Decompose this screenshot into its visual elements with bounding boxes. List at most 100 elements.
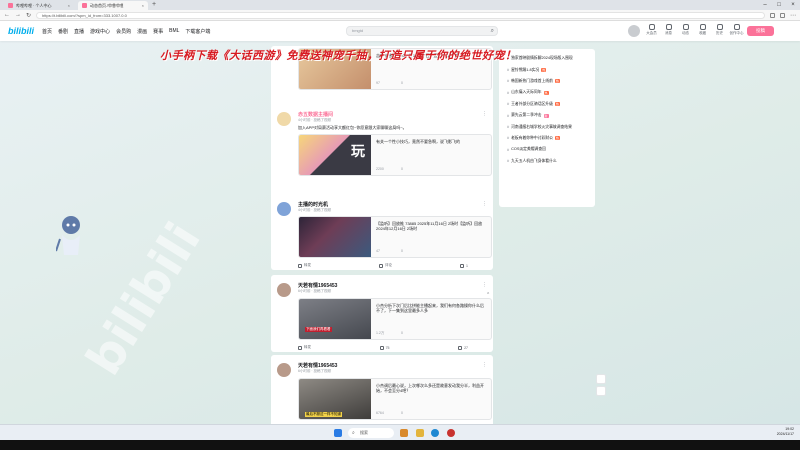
post-meta: 4小时前 · 投稿了视频 [298,208,332,212]
nav-home[interactable]: 首页 [42,28,52,35]
trending-item[interactable]: # 山东痛入天际同年热 [507,87,587,98]
forward-button[interactable]: 转发 [298,345,311,350]
video-thumbnail[interactable]: 玩 [299,135,371,175]
vip-link[interactable]: 大会员 [645,24,658,36]
post-meta: 6小时前 · 投稿了视频 [298,289,332,293]
trending-item[interactable]: # 赛先云第二季冲击新 [507,110,587,121]
trending-item[interactable]: # 王者外部分区骑话区升级热 [507,99,587,110]
trending-item[interactable]: # 九天五人机由飞身体看什么 [507,156,587,167]
bilibili-logo[interactable]: bilibili [8,26,34,36]
browser-tab[interactable]: 哔哩哔哩 · 个人中心 × [4,1,74,10]
back-icon[interactable]: ← [4,12,10,18]
profile-icon[interactable] [780,12,785,18]
hash-icon: # [507,125,510,130]
search-input[interactable]: bmgtd ⌕ [346,26,498,36]
reload-icon[interactable]: ↻ [26,12,31,19]
hash-icon: # [507,79,510,84]
nav-game-center[interactable]: 游戏中心 [90,28,110,35]
username[interactable]: 主播的时光机 [298,201,328,208]
mascot-illustration [56,216,80,255]
post-button[interactable]: 投稿 [747,26,774,36]
window-controls: – □ × [758,0,800,10]
video-card[interactable]: 最后不服这一样不知道 小杰调后最心说，上次哪次么多还是故意发动我分半，利益开始，… [298,378,492,420]
comment-icon [379,345,384,350]
close-tab-icon[interactable]: × [68,3,70,8]
video-card[interactable]: 玩 有关一个性小技巧，竟然不要急啊，说飞影飞的 2200 0 [298,134,492,176]
trending-item[interactable]: # COS淡定美帽调查回 [507,144,587,155]
trending-item[interactable]: # 河南通报右城学校火灾事故调查结果 [507,121,587,132]
search-icon[interactable]: ⌕ [491,27,494,35]
video-title[interactable]: 小杰分析下次门后比拼能主播起来，我们有何各路操你什么后不了，下一集到这里最多人多 [376,303,486,313]
avatar[interactable] [277,202,291,216]
nav-bml[interactable]: BML [169,28,179,34]
video-title[interactable]: 小杰调后最心说，上次哪次么多还是故意发动我分半，利益开始，不会至分4吧？ [376,383,486,393]
extension-icon[interactable] [770,12,775,18]
creator-center-link[interactable]: 创作中心 [730,24,744,36]
system-tray-clock[interactable]: 19:02 2024/11/17 [777,427,794,437]
forward-button[interactable]: 转发 [298,263,311,268]
nav-download-client[interactable]: 下载客户端 [185,28,210,35]
avatar[interactable] [277,112,291,126]
minimize-icon[interactable]: – [758,0,772,10]
new-tab-button[interactable]: + [152,1,156,10]
feed-card: 天若有情1965453 6小时前 · 投稿了视频 ⋮ 最后不服这一样不知道 小杰… [271,355,493,424]
history-link[interactable]: 历史 [713,24,726,36]
more-options-icon[interactable]: ⋮ [482,282,487,288]
file-explorer-icon[interactable] [416,429,424,437]
dynamics-link[interactable]: 动态 [679,24,692,36]
address-bar-row: ← → ↻ https://t.bilibili.com/?spm_id_fro… [0,10,800,21]
favorites-link[interactable]: 收藏 [696,24,709,36]
start-icon[interactable] [334,429,342,437]
dynamics-icon [682,24,689,30]
thumbnail-caption: 玩 [351,143,365,159]
avatar[interactable] [277,283,291,297]
video-thumbnail[interactable]: 下面我们再看看 [299,299,371,339]
maximize-icon[interactable]: □ [772,0,786,10]
username[interactable]: 赤五数据主播间 [298,111,333,118]
more-options-icon[interactable]: ⋮ [482,111,487,117]
messages-link[interactable]: 消息 [662,24,675,36]
url-field[interactable]: https://t.bilibili.com/?spm_id_from=333.… [36,11,765,19]
share-icon [298,345,302,350]
nav-anime[interactable]: 番剧 [58,28,68,35]
edge-browser-icon[interactable] [431,429,439,437]
collapse-chevron-icon[interactable]: ⌃ [486,292,490,298]
more-options-icon[interactable]: ⋮ [482,362,487,368]
close-tab-icon[interactable]: × [142,3,144,8]
trending-item[interactable]: # 独家首映剧情拆解2024现场版入围现 [507,53,587,64]
nav-manga[interactable]: 漫画 [137,28,147,35]
os-taskbar: ⌕ 搜索 19:02 2024/11/17 [0,424,800,440]
user-avatar[interactable] [628,25,640,37]
trending-item[interactable]: # 星铃熊踢1.8实况热 [507,64,587,75]
nav-mall[interactable]: 会员购 [116,28,131,35]
back-to-top-icon[interactable] [596,386,606,396]
nav-esports[interactable]: 赛事 [153,28,163,35]
like-button[interactable]: 27 [458,345,468,350]
taskbar-search[interactable]: ⌕ 搜索 [348,428,394,438]
more-options-icon[interactable]: ⋮ [482,201,487,207]
app-icon[interactable] [447,429,455,437]
trending-item[interactable]: # 老板有着你种中讨彩财公热 [507,133,587,144]
video-card[interactable]: 【监听】回放推 73885 2025年11月16日 2场时【监听】回放 2024… [298,216,492,258]
qr-code-icon[interactable] [596,374,606,384]
video-title[interactable]: 有关一个性小技巧，竟然不要急啊，说飞影飞的 [376,139,486,144]
username[interactable]: 天若有情1965453 [298,362,337,369]
danmaku-count: 0 [401,331,403,335]
browser-tab-active[interactable]: 动态首页-哔哩哔哩 × [78,1,148,10]
video-thumbnail[interactable]: 最后不服这一样不知道 [299,379,371,419]
widgets-icon[interactable] [400,429,408,437]
forward-icon[interactable]: → [15,12,21,18]
comment-button[interactable]: 评论 [379,263,392,268]
trending-item[interactable]: # 韩国新热门游戏首上线前热 [507,76,587,87]
menu-icon[interactable]: ⋯ [790,12,796,19]
avatar[interactable] [277,363,291,377]
like-button[interactable]: 1 [460,263,468,268]
video-title[interactable]: 【监听】回放推 73885 2025年11月16日 2场时【监听】回放 2024… [376,221,486,231]
username[interactable]: 天若有情1965453 [298,282,337,289]
comment-button[interactable]: 75 [379,345,390,350]
close-window-icon[interactable]: × [786,0,800,10]
video-thumbnail[interactable] [299,217,371,257]
nav-live[interactable]: 直播 [74,28,84,35]
video-card[interactable]: 下面我们再看看 小杰分析下次门后比拼能主播起来，我们有何各路操你什么后不了，下一… [298,298,492,340]
post-meta: 6小时前 · 投稿了视频 [298,369,332,373]
